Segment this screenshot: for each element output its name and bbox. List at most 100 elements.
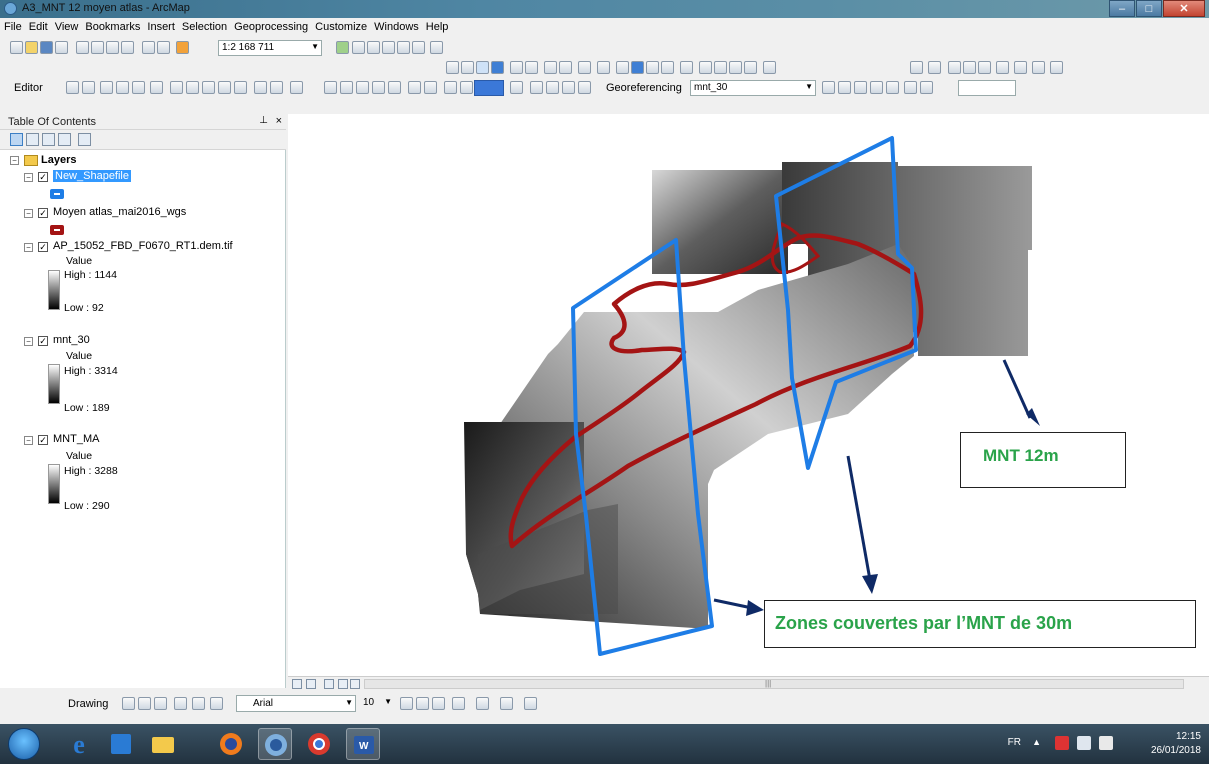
color-ramp[interactable]: [48, 270, 60, 310]
italic-icon[interactable]: [416, 697, 429, 710]
internet-explorer-icon[interactable]: e: [62, 728, 96, 760]
topology-icon-1[interactable]: [324, 81, 337, 94]
color-ramp[interactable]: [48, 364, 60, 404]
callout-zones-30m[interactable]: Zones couvertes par l’MNT de 30m: [764, 600, 1196, 648]
python-window-icon[interactable]: [412, 41, 425, 54]
arcmap-app-icon[interactable]: [4, 2, 17, 15]
layer-ap-dem[interactable]: AP_15052_FBD_F0670_RT1.dem.tif: [53, 240, 233, 252]
maximize-icon[interactable]: □: [1136, 0, 1162, 17]
cut-polygons-icon[interactable]: [202, 81, 215, 94]
select-features-icon[interactable]: [578, 61, 591, 74]
callout-mnt-12m[interactable]: MNT 12m: [960, 432, 1126, 488]
viewer-window-icon[interactable]: [763, 61, 776, 74]
georef-table-icon[interactable]: [996, 61, 1009, 74]
collapse-icon[interactable]: −: [24, 209, 33, 218]
language-indicator[interactable]: FR: [1008, 737, 1021, 748]
menu-customize[interactable]: Customize: [311, 18, 370, 33]
toc-options-icon[interactable]: [78, 133, 91, 146]
delete-icon[interactable]: [121, 41, 134, 54]
close-icon[interactable]: ✕: [1163, 0, 1205, 17]
menu-selection[interactable]: Selection: [178, 18, 230, 33]
arcmap-taskbar-icon[interactable]: [258, 728, 292, 760]
menu-help[interactable]: Help: [422, 18, 452, 33]
fixed-zoom-out-icon[interactable]: [525, 61, 538, 74]
chrome-icon[interactable]: [302, 728, 336, 760]
list-by-source-icon[interactable]: [26, 133, 39, 146]
image-analysis-icon-4[interactable]: [460, 81, 473, 94]
reshape-icon[interactable]: [186, 81, 199, 94]
time-slider-icon[interactable]: [744, 61, 757, 74]
dropdown-arrow-icon[interactable]: [510, 81, 523, 94]
image-analysis-icon-1[interactable]: [408, 81, 421, 94]
collapse-icon[interactable]: −: [24, 337, 33, 346]
select-link-icon[interactable]: [838, 81, 851, 94]
georeferencing-layer-combo[interactable]: mnt_30 ▼: [690, 80, 816, 96]
menu-bookmarks[interactable]: Bookmarks: [81, 18, 143, 33]
print-icon[interactable]: [55, 41, 68, 54]
fixed-zoom-in-icon[interactable]: [510, 61, 523, 74]
georeferencing-menu[interactable]: Georeferencing: [606, 82, 682, 94]
delete-link-icon[interactable]: [870, 81, 883, 94]
edit-tool-icon[interactable]: [66, 81, 79, 94]
trace-icon[interactable]: [132, 81, 145, 94]
menu-insert[interactable]: Insert: [143, 18, 178, 33]
bold-icon[interactable]: [400, 697, 413, 710]
line-color-icon[interactable]: [500, 697, 513, 710]
open-folder-icon[interactable]: [25, 41, 38, 54]
split-icon[interactable]: [218, 81, 231, 94]
collapse-icon[interactable]: −: [24, 436, 33, 445]
list-by-drawing-order-icon[interactable]: [10, 133, 23, 146]
layout-icon-4[interactable]: [578, 81, 591, 94]
undo-icon[interactable]: [142, 41, 155, 54]
select-elements-icon[interactable]: [616, 61, 629, 74]
georef-link-icon[interactable]: [978, 61, 991, 74]
georef-update-icon[interactable]: [1032, 61, 1045, 74]
arctoolbox-icon[interactable]: [397, 41, 410, 54]
georef-shift-icon[interactable]: [948, 61, 961, 74]
layout-icon-3[interactable]: [562, 81, 575, 94]
firefox-icon[interactable]: [214, 728, 248, 760]
collapse-icon[interactable]: −: [24, 173, 33, 182]
layer-visibility-checkbox[interactable]: ✓: [38, 208, 48, 218]
data-view-icon[interactable]: [292, 679, 302, 689]
full-extent-icon[interactable]: [491, 61, 504, 74]
layer-new-shapefile[interactable]: New_Shapefile: [53, 170, 131, 182]
moyen-atlas-symbol[interactable]: [50, 225, 64, 235]
drawing-menu[interactable]: Drawing: [68, 698, 108, 710]
layout-view-icon[interactable]: [306, 679, 316, 689]
paste-icon[interactable]: [106, 41, 119, 54]
topology-icon-5[interactable]: [388, 81, 401, 94]
rectangle-icon[interactable]: [174, 697, 187, 710]
forward-extent-icon[interactable]: [559, 61, 572, 74]
zoom-out-icon[interactable]: [461, 61, 474, 74]
shapefile-symbol[interactable]: [50, 189, 64, 199]
layout-icon-2[interactable]: [546, 81, 559, 94]
clear-selection-icon[interactable]: [597, 61, 610, 74]
cut-icon[interactable]: [76, 41, 89, 54]
layer-mnt-30[interactable]: mnt_30: [53, 334, 90, 346]
layer-moyen-atlas[interactable]: Moyen atlas_mai2016_wgs: [53, 206, 186, 218]
pause-drawing-icon[interactable]: [338, 679, 348, 689]
zoom-whole-page-icon[interactable]: [154, 697, 167, 710]
start-button[interactable]: [8, 728, 40, 760]
outlook-icon[interactable]: [104, 728, 138, 760]
topology-icon-3[interactable]: [356, 81, 369, 94]
save-icon[interactable]: [40, 41, 53, 54]
color-ramp[interactable]: [48, 464, 60, 504]
refresh-icon[interactable]: [324, 679, 334, 689]
callout-icon[interactable]: [210, 697, 223, 710]
file-explorer-icon[interactable]: [146, 728, 180, 760]
editor-menu[interactable]: Editor: [14, 82, 43, 94]
rotate-raster-icon[interactable]: [920, 81, 933, 94]
table-of-contents-icon[interactable]: [352, 41, 365, 54]
map-scale-combo[interactable]: 1:2 168 711 ▼: [218, 40, 322, 56]
word-icon[interactable]: W: [346, 728, 380, 760]
georef-scale-icon[interactable]: [963, 61, 976, 74]
menu-windows[interactable]: Windows: [370, 18, 422, 33]
menu-edit[interactable]: Edit: [25, 18, 51, 33]
horizontal-scrollbar[interactable]: |||: [364, 679, 1184, 689]
map-view[interactable]: MNT 12m Zones couvertes par l’MNT de 30m: [288, 114, 1209, 676]
back-extent-icon[interactable]: [544, 61, 557, 74]
underline-icon[interactable]: [432, 697, 445, 710]
layer-visibility-checkbox[interactable]: ✓: [38, 435, 48, 445]
